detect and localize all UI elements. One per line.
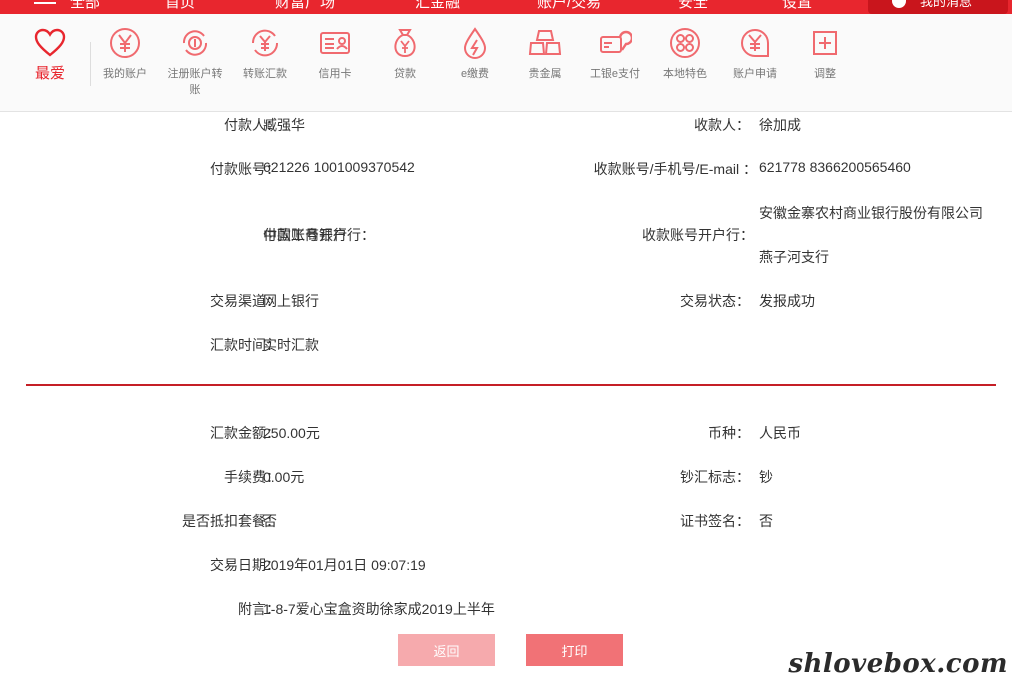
shortcut-label: 工银e支付 (589, 68, 641, 80)
menu-icon[interactable] (34, 2, 56, 4)
payee-account-label: 收款账号/手机号/E-mail ： (593, 161, 757, 177)
cert-sign-label: 证书签名： (680, 513, 750, 529)
e-payment-icon (600, 30, 632, 53)
nav-item-finance[interactable]: 汇金融 (415, 0, 460, 12)
cert-sign-value: 否 (759, 513, 773, 529)
payee-label: 收款人： (694, 117, 750, 133)
shortcut-label: 账户申请 (733, 68, 777, 80)
shortcut-credit-card[interactable]: 信用卡 (300, 26, 370, 82)
register-transfer-icon (182, 30, 208, 56)
section-divider (26, 384, 996, 386)
shortcut-label: e缴费 (460, 68, 490, 80)
loan-bag-icon (394, 29, 416, 58)
shortcut-label: 调整 (814, 68, 836, 80)
adjust-plus-icon (813, 31, 837, 55)
nav-item-home[interactable]: 首页 (165, 0, 195, 12)
shortcut-icbc-e-payment[interactable]: 工银e支付 (580, 26, 650, 82)
my-messages-tab[interactable]: 我的消息 (868, 0, 1008, 14)
shortcut-e-pay[interactable]: e缴费 (440, 26, 510, 82)
shortcut-label: 贵金属 (528, 68, 562, 80)
currency-label: 币种： (708, 425, 750, 441)
shortcut-loan[interactable]: 贷款 (370, 26, 440, 82)
remit-time-value: 实时汇款 (263, 337, 319, 353)
cash-flag-value: 钞 (759, 469, 773, 485)
shortcut-local-feature[interactable]: 本地特色 (650, 26, 720, 82)
shortcut-label: 贷款 (394, 68, 416, 80)
shortcut-label: 本地特色 (663, 68, 707, 80)
top-nav-bar: 全部 首页 财富广场 汇金融 账户/交易 安全 设置 我的消息 (0, 0, 1012, 14)
gold-bars-icon (528, 30, 562, 55)
nav-item-account[interactable]: 账户/交易 (537, 0, 601, 12)
payer-value: 臧强华 (263, 117, 305, 133)
favorites-button[interactable]: 最爱 (28, 28, 72, 83)
nav-item-settings[interactable]: 设置 (782, 0, 812, 12)
cash-flag-label: 钞汇标志： (680, 469, 750, 485)
shortcut-account-apply[interactable]: 账户申请 (720, 26, 790, 82)
heart-icon (34, 28, 66, 57)
payee-bank-value-line1: 安徽金寨农村商业银行股份有限公司 (759, 205, 983, 221)
package-deduct-value: 否 (263, 513, 277, 529)
transfer-icon (251, 29, 279, 57)
shortcut-adjust[interactable]: 调整 (790, 26, 860, 82)
note-value: 1-8-7爱心宝盒资助徐家成2019上半年 (263, 601, 495, 617)
favorites-label: 最爱 (34, 65, 65, 82)
amount-value: 250.00元 (263, 425, 320, 441)
shortcut-label: 注册账户转账 (167, 68, 223, 96)
local-feature-icon (670, 28, 700, 58)
payee-account-value: 621778 8366200565460 (759, 159, 911, 175)
watermark-logo: shlovebox.com (788, 649, 1008, 679)
shortcut-bar: 最爱 我的账户 注册账户转账 转账汇款 信用卡 贷款 e缴费 贵金属 工银e支付… (0, 14, 1012, 112)
transaction-detail-panel: 付款人： 臧强华 收款人： 徐加成 付款账号： 621226 100100937… (16, 112, 1002, 683)
status-label: 交易状态： (680, 293, 750, 309)
shortcut-register-transfer[interactable]: 注册账户转账 (160, 26, 230, 98)
fee-value: 0.00元 (263, 469, 305, 485)
print-button[interactable]: 打印 (526, 634, 623, 666)
credit-card-icon (320, 32, 350, 54)
shortcut-label: 我的账户 (103, 68, 147, 80)
channel-value: 网上银行 (263, 293, 319, 309)
shortcut-label: 信用卡 (318, 68, 352, 80)
e-pay-drop-icon (463, 27, 487, 59)
nav-item-wealth[interactable]: 财富广场 (275, 0, 335, 12)
payee-value: 徐加成 (759, 117, 801, 133)
nav-item-all[interactable]: 全部 (70, 0, 100, 12)
payer-account-value: 621226 1001009370542 (263, 159, 415, 175)
message-icon (892, 0, 906, 8)
payee-bank-value-line2: 燕子河支行 (759, 249, 829, 265)
my-messages-label: 我的消息 (920, 0, 973, 9)
shortcut-label: 转账汇款 (243, 68, 287, 80)
account-apply-icon (741, 29, 769, 57)
shortcut-precious-metal[interactable]: 贵金属 (510, 26, 580, 82)
back-button[interactable]: 返回 (398, 634, 495, 666)
shortcut-my-account[interactable]: 我的账户 (90, 26, 160, 82)
yen-coin-icon (110, 28, 140, 58)
payee-bank-label: 收款账号开户行： (642, 227, 754, 243)
status-value: 发报成功 (759, 293, 815, 309)
currency-value: 人民币 (759, 425, 801, 441)
payer-bank-value: 中国工商银行 (263, 227, 347, 243)
shortcut-transfer[interactable]: 转账汇款 (230, 26, 300, 82)
transaction-date-value: 2019年01月01日 09:07:19 (263, 557, 426, 573)
nav-item-security[interactable]: 安全 (678, 0, 708, 12)
